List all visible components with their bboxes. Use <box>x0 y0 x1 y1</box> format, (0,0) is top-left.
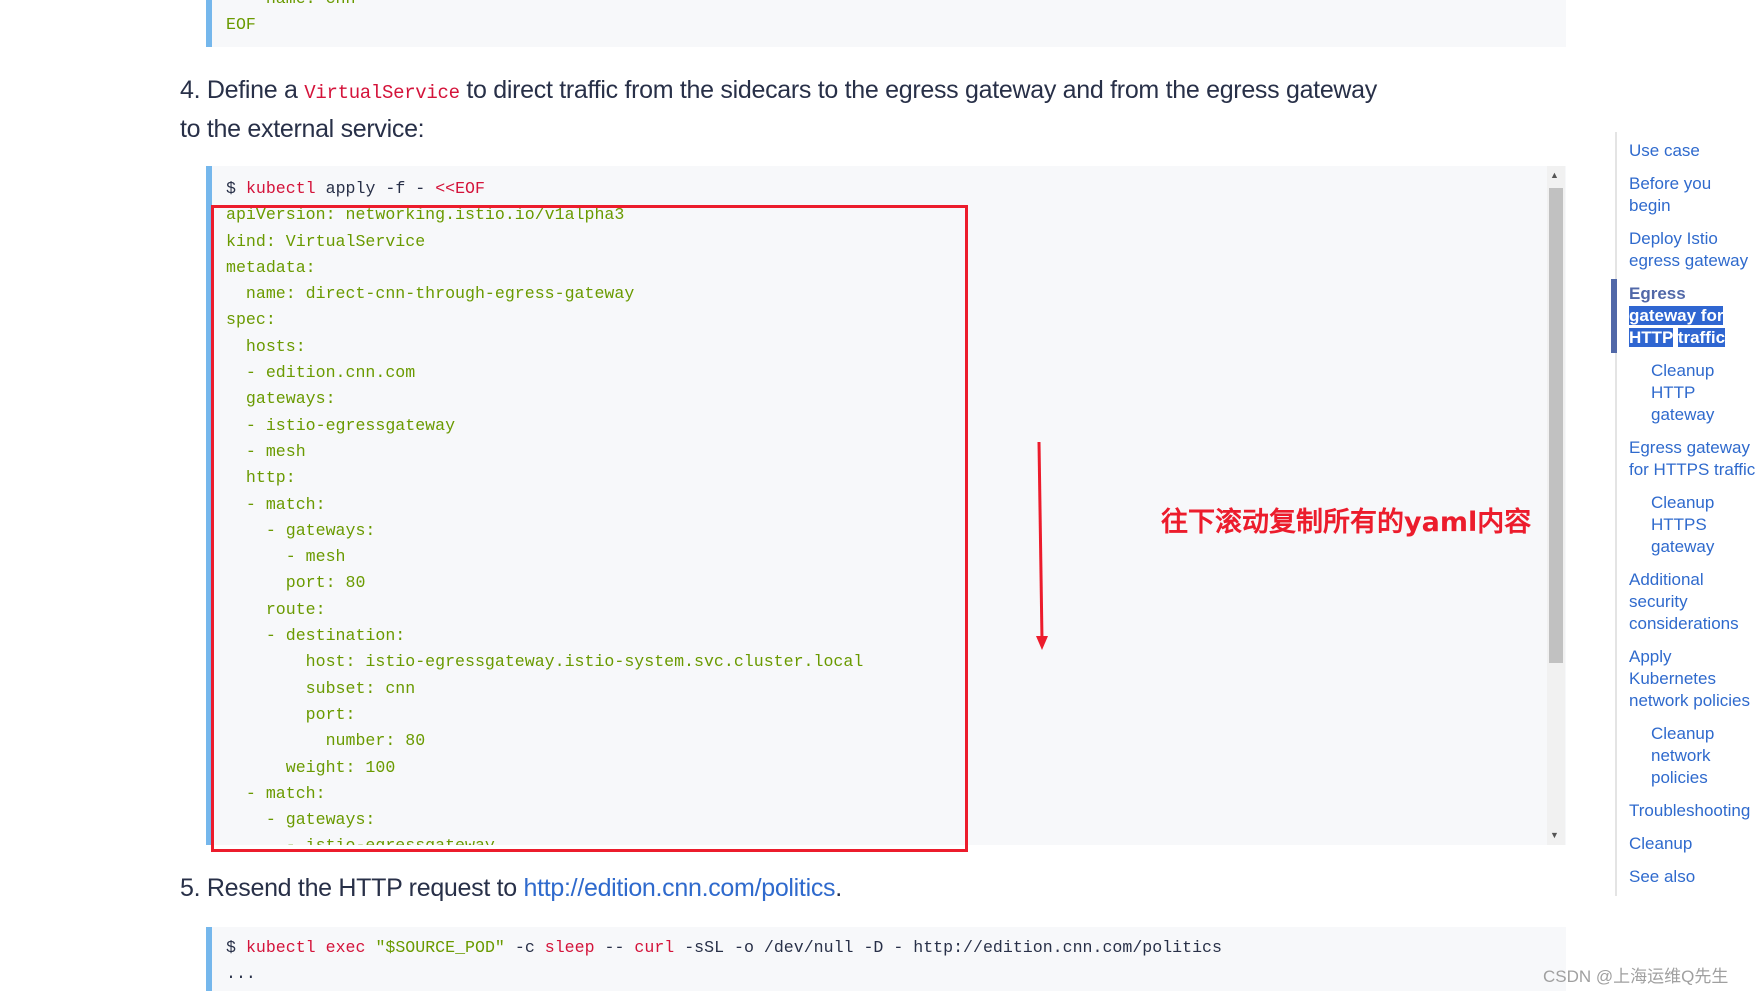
toc-label: policies <box>1693 691 1750 710</box>
previous-code-block: - name: cnn EOF <box>206 0 1566 47</box>
inline-code: VirtualService <box>304 82 460 104</box>
code-line: - name: cnn <box>212 0 1566 12</box>
step-number: 4. <box>180 76 201 104</box>
step-number: 5. <box>180 874 201 902</box>
cmd: sleep <box>544 938 595 957</box>
toc-use-case[interactable]: Use case <box>1629 140 1756 162</box>
toc-label-highlight: traffic <box>1677 328 1726 347</box>
step-4: 4. Define a VirtualService to direct tra… <box>180 72 1400 147</box>
highlight-box <box>211 205 968 852</box>
step-text: Define a <box>206 76 298 104</box>
toc-egress-http-active[interactable]: Egress gateway for HTTP traffic <box>1611 279 1756 353</box>
step-text: Resend the HTTP request to <box>206 874 517 902</box>
period: . <box>835 874 842 902</box>
toc-cleanup-https[interactable]: Cleanup HTTPS gateway <box>1629 492 1756 558</box>
toc-security[interactable]: Additional security considerations <box>1629 569 1756 635</box>
output-line: ... <box>226 964 256 984</box>
toc-label: traffic <box>1714 460 1756 479</box>
scrollbar-thumb[interactable] <box>1549 188 1563 663</box>
cmd: curl <box>634 938 675 957</box>
arg: -- <box>604 938 625 957</box>
cmd: kubectl <box>245 938 316 957</box>
table-of-contents: Use case Before you begin Deploy Istio e… <box>1611 132 1760 896</box>
toc-cleanup-http[interactable]: Cleanup HTTP gateway <box>1629 360 1756 426</box>
toc-label: gateway <box>1651 537 1715 556</box>
code-line: EOF <box>226 15 256 35</box>
toc-network-policies[interactable]: Apply Kubernetes network policies <box>1629 646 1756 712</box>
toc-label: Cleanup HTTPS <box>1651 493 1715 534</box>
toc-label: Egress <box>1629 284 1686 303</box>
heredoc: <<EOF <box>435 179 485 198</box>
args: apply -f - <box>325 179 426 198</box>
politics-link[interactable]: http://edition.cnn.com/politics <box>524 874 836 902</box>
arg: -c <box>514 938 535 957</box>
toc-see-also[interactable]: See also <box>1629 866 1756 888</box>
toc-cleanup-policies[interactable]: Cleanup network policies <box>1629 723 1756 789</box>
scroll-down-icon[interactable]: ▼ <box>1550 830 1559 840</box>
toc-egress-https[interactable]: Egress gateway for HTTPS traffic <box>1629 437 1756 481</box>
step-5: 5. Resend the HTTP request to http://edi… <box>180 870 1400 906</box>
toc-label: considerations <box>1629 614 1739 633</box>
toc-label: policies <box>1651 768 1708 787</box>
step-text-line2: service: <box>340 115 425 143</box>
command-line: $ kubectl apply -f - <<EOF <box>212 176 1566 202</box>
curl-code-block: $ kubectl exec "$SOURCE_POD" -c sleep --… <box>206 927 1566 991</box>
cmd: kubectl <box>245 179 316 198</box>
toc-deploy[interactable]: Deploy Istio egress gateway <box>1629 228 1756 272</box>
scroll-up-icon[interactable]: ▲ <box>1550 170 1559 180</box>
args: -sSL -o /dev/null -D - http://edition.cn… <box>684 938 1222 957</box>
string: "$SOURCE_POD" <box>375 938 505 957</box>
toc-label: Additional security <box>1629 570 1704 611</box>
prompt: $ <box>226 179 236 198</box>
toc-before-you-begin[interactable]: Before you begin <box>1629 173 1756 217</box>
toc-troubleshooting[interactable]: Troubleshooting <box>1629 800 1756 822</box>
annotation-text: 往下滚动复制所有的yaml内容 <box>1161 507 1532 538</box>
command-line: $ kubectl exec "$SOURCE_POD" -c sleep --… <box>212 935 1566 961</box>
prompt: $ <box>226 938 236 957</box>
watermark: CSDN @上海运维Q先生 <box>1543 967 1729 986</box>
toc-label: Cleanup network <box>1651 724 1715 765</box>
down-arrow-icon <box>1036 441 1048 650</box>
cmd: exec <box>325 938 366 957</box>
toc-cleanup[interactable]: Cleanup <box>1629 833 1756 855</box>
